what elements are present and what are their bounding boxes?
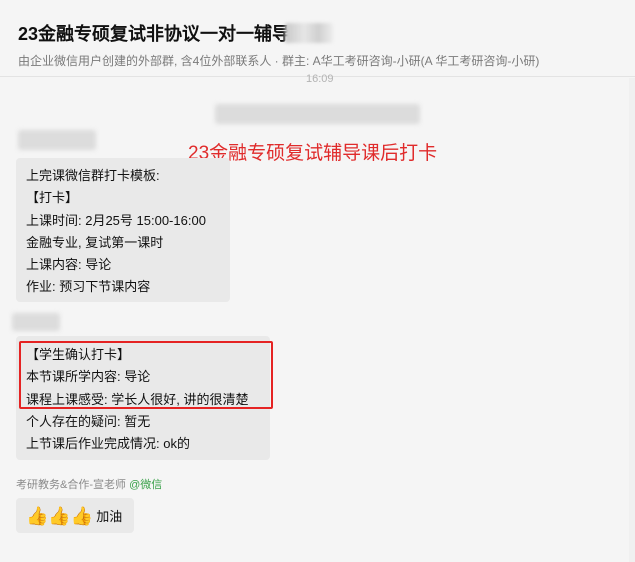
message-timestamp: 16:09 — [306, 73, 334, 85]
thumbs-up-icon: 👍👍👍 — [26, 505, 94, 526]
message-bubble[interactable]: 👍👍👍 加油 — [16, 498, 134, 533]
redacted-sender-name — [12, 313, 60, 331]
message-line: 个人存在的疑问: 暂无 — [26, 413, 151, 429]
message-line: 上课时间: 2月25号 15:00-16:00 — [26, 212, 206, 228]
redacted-title-suffix — [285, 23, 333, 43]
sender-label[interactable]: 考研教务&合作-宣老师 @微信 — [16, 476, 162, 492]
message-line: 【打卡】 — [26, 190, 79, 206]
message-line: 作业: 预习下节课内容 — [26, 279, 151, 295]
message-line: 上完课微信群打卡模板: — [26, 168, 160, 183]
message-line: 金融专业, 复试第一课时 — [26, 234, 164, 250]
highlight-box — [19, 341, 273, 409]
chat-header: 23金融专硕复试非协议一对一辅导 由企业微信用户创建的外部群, 含4位外部联系人… — [0, 0, 635, 77]
chat-title[interactable]: 23金融专硕复试非协议一对一辅导 — [18, 20, 290, 46]
message-bubble[interactable]: 上完课微信群打卡模板: 【打卡】 上课时间: 2月25号 15:00-16:00… — [16, 158, 230, 302]
sender-source: @微信 — [129, 479, 163, 491]
message-line: 上课内容: 导论 — [26, 257, 112, 273]
sender-name: 考研教务&合作-宣老师 — [16, 479, 126, 491]
message-text: 加油 — [96, 509, 123, 524]
redacted-sender-name — [18, 130, 96, 150]
scrollbar[interactable] — [629, 78, 635, 562]
chat-subtitle: 由企业微信用户创建的外部群, 含4位外部联系人 · 群主: A华工考研咨询-小研… — [18, 54, 540, 68]
message-line: 上节课后作业完成情况: ok的 — [26, 436, 190, 452]
redacted-system-notice — [215, 104, 420, 124]
